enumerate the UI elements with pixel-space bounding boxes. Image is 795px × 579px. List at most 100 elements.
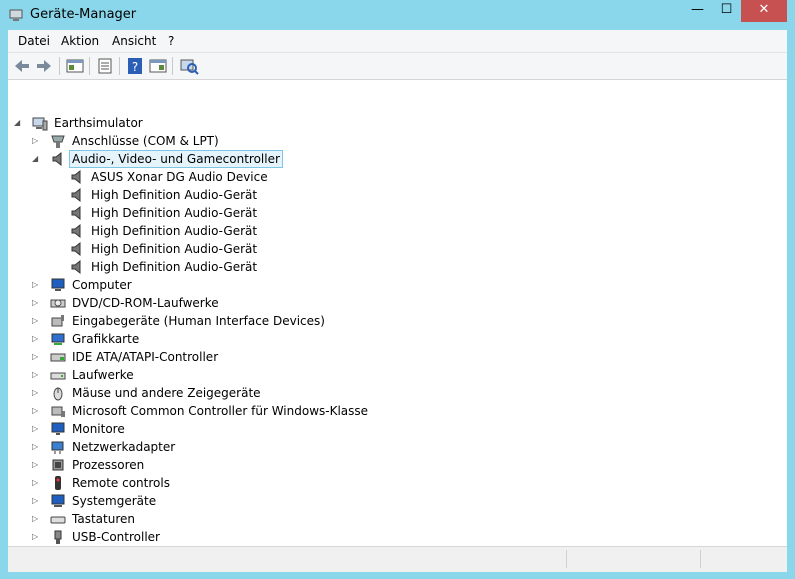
speaker-icon bbox=[71, 205, 81, 221]
tree-device[interactable]: High Definition Audio-Gerät bbox=[8, 240, 787, 258]
tree-category[interactable]: ▷ Laufwerke bbox=[8, 366, 787, 384]
expand-arrow-icon[interactable]: ▷ bbox=[32, 456, 40, 474]
tree-device[interactable]: High Definition Audio-Gerät bbox=[8, 204, 787, 222]
expand-arrow-icon[interactable]: ▷ bbox=[32, 492, 40, 510]
dvd-icon bbox=[50, 299, 66, 308]
tree-item-label: Audio-, Video- und Gamecontroller bbox=[69, 150, 283, 168]
tree-category[interactable]: ▷ Remote controls bbox=[8, 474, 787, 492]
tree-device[interactable]: High Definition Audio-Gerät bbox=[8, 186, 787, 204]
tree-category[interactable]: ▷ Microsoft Common Controller für Windows… bbox=[8, 402, 787, 420]
forward-icon[interactable] bbox=[34, 57, 54, 75]
expand-arrow-icon[interactable]: ▷ bbox=[32, 510, 40, 528]
properties-icon[interactable] bbox=[95, 57, 115, 75]
tree-category[interactable]: ▷ USB-Controller bbox=[8, 528, 787, 546]
menu-datei[interactable]: Datei bbox=[18, 34, 50, 48]
maximize-button[interactable]: ☐ bbox=[712, 0, 741, 22]
processor-icon bbox=[52, 459, 64, 471]
tree-item-label: DVD/CD-ROM-Laufwerke bbox=[72, 296, 219, 310]
tree-item-label: Eingabegeräte (Human Interface Devices) bbox=[72, 314, 325, 328]
title-bar[interactable]: Geräte-Manager — ☐ ✕ bbox=[0, 0, 795, 30]
tree-category[interactable]: ◢ Audio-, Video- und Gamecontroller bbox=[8, 150, 787, 168]
expand-arrow-icon[interactable]: ▷ bbox=[32, 474, 40, 492]
tree-item-label: Netzwerkadapter bbox=[72, 440, 176, 454]
svg-text:?: ? bbox=[132, 60, 138, 74]
toolbar-separator bbox=[59, 57, 60, 75]
usb-icon bbox=[54, 530, 62, 544]
computer-icon bbox=[51, 278, 65, 291]
computer-root-icon bbox=[32, 117, 48, 131]
expand-arrow-icon[interactable]: ▷ bbox=[32, 132, 40, 150]
menu-aktion[interactable]: Aktion bbox=[61, 34, 99, 48]
tree-item-label: High Definition Audio-Gerät bbox=[91, 260, 258, 274]
monitor-icon bbox=[51, 422, 65, 435]
toolbar-separator bbox=[172, 57, 173, 75]
tree-category[interactable]: ▷ IDE ATA/ATAPI-Controller bbox=[8, 348, 787, 366]
toolbar-separator bbox=[89, 57, 90, 75]
tree-category[interactable]: ▷ Eingabegeräte (Human Interface Devices) bbox=[8, 312, 787, 330]
expand-arrow-icon[interactable]: ▷ bbox=[32, 528, 40, 546]
tree-category[interactable]: ▷ Computer bbox=[8, 276, 787, 294]
remote-control-icon bbox=[55, 476, 61, 490]
network-adapter-icon bbox=[51, 441, 64, 454]
tree-category[interactable]: ▷ DVD/CD-ROM-Laufwerke bbox=[8, 294, 787, 312]
tree-category[interactable]: ▷ Tastaturen bbox=[8, 510, 787, 528]
console-tree-icon[interactable] bbox=[65, 57, 85, 75]
expand-arrow-icon[interactable]: ▷ bbox=[32, 438, 40, 456]
expand-arrow-icon[interactable]: ▷ bbox=[32, 348, 40, 366]
speaker-icon bbox=[52, 151, 62, 167]
tree-item-label: High Definition Audio-Gerät bbox=[91, 206, 258, 220]
mouse-icon bbox=[53, 387, 63, 401]
tree-item-label: Computer bbox=[72, 278, 132, 292]
disk-drive-icon bbox=[50, 372, 66, 380]
menu-bar: Datei Aktion Ansicht ? bbox=[8, 30, 787, 53]
minimize-button[interactable]: — bbox=[683, 0, 712, 22]
tree-root-earthsimulator[interactable]: ◢ Earthsimulator bbox=[8, 114, 787, 132]
menu-ansicht[interactable]: Ansicht bbox=[112, 34, 156, 48]
tree-item-label: Systemgeräte bbox=[72, 494, 157, 508]
system-devices-icon bbox=[51, 494, 65, 507]
collapse-arrow-icon[interactable]: ◢ bbox=[14, 114, 22, 132]
tree-item-label: Tastaturen bbox=[72, 512, 135, 526]
hid-icon bbox=[51, 315, 64, 327]
toolbar: ? bbox=[8, 53, 787, 80]
status-divider bbox=[700, 550, 701, 568]
tree-category[interactable]: ▷ Mäuse und andere Zeigegeräte bbox=[8, 384, 787, 402]
help-icon[interactable]: ? bbox=[125, 57, 145, 75]
tree-category[interactable]: ▷ Netzwerkadapter bbox=[8, 438, 787, 456]
collapse-arrow-icon[interactable]: ◢ bbox=[32, 150, 40, 168]
expand-arrow-icon[interactable]: ▷ bbox=[32, 330, 40, 348]
tree-item-label: High Definition Audio-Gerät bbox=[91, 242, 258, 256]
expand-arrow-icon[interactable]: ▷ bbox=[32, 384, 40, 402]
device-manager-window: Geräte-Manager — ☐ ✕ Datei Aktion Ansich… bbox=[0, 0, 795, 579]
expand-arrow-icon[interactable]: ▷ bbox=[32, 276, 40, 294]
menu-help[interactable]: ? bbox=[168, 34, 174, 48]
expand-arrow-icon[interactable]: ▷ bbox=[32, 402, 40, 420]
tree-category[interactable]: ▷ Monitore bbox=[8, 420, 787, 438]
window-title: Geräte-Manager bbox=[30, 7, 137, 22]
tree-category[interactable]: ▷ Systemgeräte bbox=[8, 492, 787, 510]
expand-arrow-icon[interactable]: ▷ bbox=[32, 366, 40, 384]
tree-item-label: Earthsimulator bbox=[54, 116, 143, 130]
expand-arrow-icon[interactable]: ▷ bbox=[32, 294, 40, 312]
speaker-icon bbox=[71, 241, 81, 257]
display-adapter-icon bbox=[51, 333, 65, 345]
action-pane-icon[interactable] bbox=[148, 57, 168, 75]
tree-category[interactable]: ▷ Anschlüsse (COM & LPT) bbox=[8, 132, 787, 150]
expand-arrow-icon[interactable]: ▷ bbox=[32, 420, 40, 438]
tree-item-label: Remote controls bbox=[72, 476, 170, 490]
tree-device[interactable]: High Definition Audio-Gerät bbox=[8, 258, 787, 276]
back-icon[interactable] bbox=[12, 57, 32, 75]
speaker-icon bbox=[71, 187, 81, 203]
tree-item-label: Prozessoren bbox=[72, 458, 145, 472]
device-tree: ◢ Earthsimulator ▷ Anschlüsse (COM & LPT) ◢ A… bbox=[8, 80, 787, 546]
scan-hardware-icon[interactable] bbox=[179, 57, 199, 75]
tree-category[interactable]: ▷ Grafikkarte bbox=[8, 330, 787, 348]
tree-device[interactable]: High Definition Audio-Gerät bbox=[8, 222, 787, 240]
tree-item-label: Mäuse und andere Zeigegeräte bbox=[72, 386, 261, 400]
toolbar-separator bbox=[119, 57, 120, 75]
expand-arrow-icon[interactable]: ▷ bbox=[32, 312, 40, 330]
speaker-icon bbox=[71, 223, 81, 239]
close-button[interactable]: ✕ bbox=[741, 0, 787, 22]
tree-device[interactable]: ASUS Xonar DG Audio Device bbox=[8, 168, 787, 186]
tree-category[interactable]: ▷ Prozessoren bbox=[8, 456, 787, 474]
